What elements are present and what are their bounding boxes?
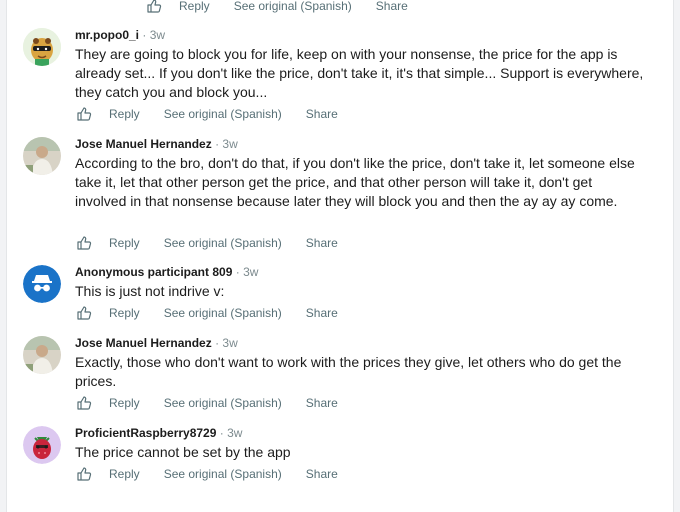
comment-body: According to the bro, don't do that, if … [75, 155, 635, 209]
author-name[interactable]: Jose Manuel Hernandez [75, 336, 212, 350]
comment-body: This is just not indrive v: [75, 283, 225, 299]
comment-meta: Jose Manuel Hernandez · 3w [75, 336, 238, 350]
comments-panel: Reply See original (Spanish) Share mr.po… [6, 0, 674, 512]
avatar[interactable] [23, 265, 61, 303]
timestamp[interactable]: 3w [227, 426, 242, 440]
avatar[interactable] [23, 28, 61, 66]
comment-actions: Reply See original (Spanish) Share [75, 393, 362, 413]
reply-button[interactable]: Reply [109, 107, 140, 121]
comment-actions: Reply See original (Spanish) Share [75, 104, 362, 124]
author-name[interactable]: Anonymous participant 809 [75, 265, 232, 279]
reply-button[interactable]: Reply [109, 306, 140, 320]
timestamp[interactable]: 3w [222, 336, 237, 350]
reply-button[interactable]: Reply [179, 0, 210, 13]
comment-body: The price cannot be set by the app [75, 444, 291, 460]
share-button[interactable]: Share [306, 107, 338, 121]
comment-actions: Reply See original (Spanish) Share [75, 464, 362, 484]
see-original-button[interactable]: See original (Spanish) [164, 396, 282, 410]
see-original-button[interactable]: See original (Spanish) [164, 236, 282, 250]
see-original-button[interactable]: See original (Spanish) [164, 467, 282, 481]
comment-actions-top: Reply See original (Spanish) Share [145, 0, 432, 16]
reply-button[interactable]: Reply [109, 236, 140, 250]
reply-button[interactable]: Reply [109, 467, 140, 481]
author-name[interactable]: Jose Manuel Hernandez [75, 137, 212, 151]
comment-actions: Reply See original (Spanish) Share [75, 303, 362, 323]
upvote-icon[interactable] [75, 394, 93, 412]
share-button[interactable]: Share [376, 0, 408, 13]
comment-meta: Anonymous participant 809 · 3w [75, 265, 259, 279]
timestamp[interactable]: 3w [150, 28, 165, 42]
upvote-icon[interactable] [75, 234, 93, 252]
upvote-icon[interactable] [75, 304, 93, 322]
comment-actions: Reply See original (Spanish) Share [75, 233, 362, 253]
avatar[interactable] [23, 137, 61, 175]
share-button[interactable]: Share [306, 306, 338, 320]
comment-body: They are going to block you for life, ke… [75, 46, 644, 100]
comment-meta: ProficientRaspberry8729 · 3w [75, 426, 243, 440]
upvote-icon[interactable] [75, 105, 93, 123]
avatar[interactable] [23, 426, 61, 464]
timestamp[interactable]: 3w [243, 265, 258, 279]
share-button[interactable]: Share [306, 467, 338, 481]
share-button[interactable]: Share [306, 236, 338, 250]
author-name[interactable]: ProficientRaspberry8729 [75, 426, 216, 440]
avatar[interactable] [23, 336, 61, 374]
comment-body: Exactly, those who don't want to work wi… [75, 354, 622, 389]
timestamp[interactable]: 3w [222, 137, 237, 151]
author-name[interactable]: mr.popo0_i [75, 28, 139, 42]
see-original-button[interactable]: See original (Spanish) [234, 0, 352, 13]
upvote-icon[interactable] [145, 0, 163, 15]
share-button[interactable]: Share [306, 396, 338, 410]
see-original-button[interactable]: See original (Spanish) [164, 306, 282, 320]
comment-meta: Jose Manuel Hernandez · 3w [75, 137, 238, 151]
upvote-icon[interactable] [75, 465, 93, 483]
reply-button[interactable]: Reply [109, 396, 140, 410]
see-original-button[interactable]: See original (Spanish) [164, 107, 282, 121]
comment-meta: mr.popo0_i · 3w [75, 28, 166, 42]
